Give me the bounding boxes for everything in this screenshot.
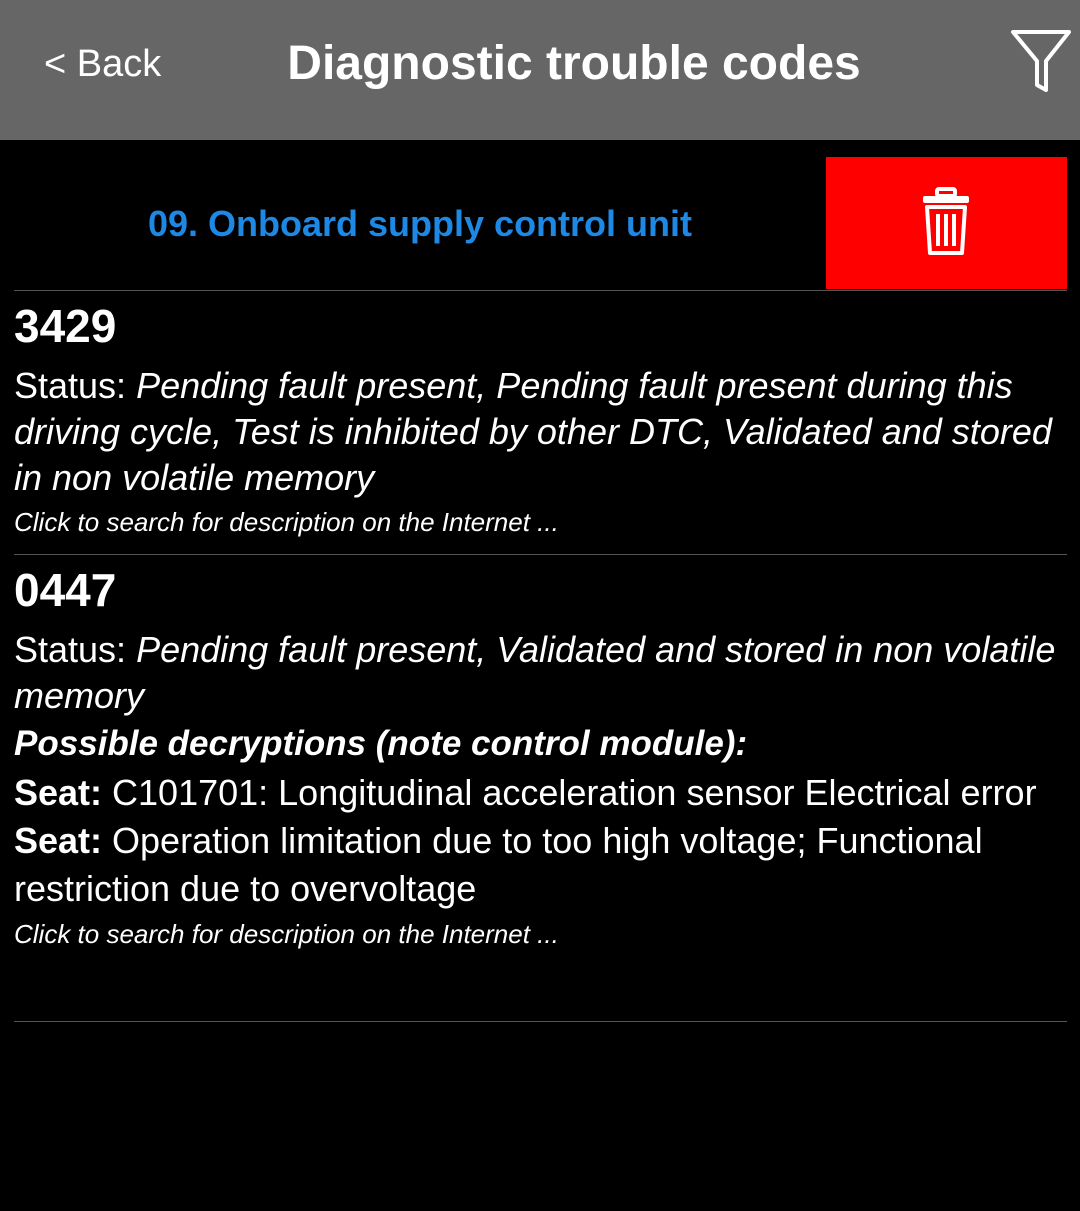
status-value: Pending fault present, Pending fault pre… [14, 365, 1052, 498]
decryptions-heading: Possible decryptions (note control modul… [14, 724, 748, 763]
trash-icon [923, 187, 969, 255]
module-name: 09. Onboard supply control unit [147, 203, 693, 244]
divider [14, 1021, 1067, 1022]
page-title: Diagnostic trouble codes [287, 37, 861, 90]
dtc-item[interactable]: 0447 Status: Pending fault present, Vali… [14, 563, 1067, 951]
decryption-entry: Seat: C101701: Longitudinal acceleration… [14, 769, 1067, 817]
dtc-code: 3429 [14, 300, 117, 352]
decryption-text: C101701: Longitudinal acceleration senso… [102, 772, 1037, 813]
divider [14, 554, 1067, 555]
delete-button[interactable] [826, 157, 1067, 289]
dtc-item[interactable]: 3429 Status: Pending fault present, Pend… [14, 299, 1067, 539]
dtc-status: Status: Pending fault present, Validated… [14, 627, 1067, 719]
search-internet-link[interactable]: Click to search for description on the I… [14, 917, 1067, 951]
decryption-label: Seat: [14, 820, 103, 861]
decryption-entry: Seat: Operation limitation due to too hi… [14, 817, 1067, 913]
status-label: Status: [14, 365, 137, 406]
divider [14, 290, 1067, 291]
dtc-code: 0447 [14, 564, 117, 616]
filter-icon [1011, 30, 1071, 92]
decryption-text: Operation limitation due to too high vol… [14, 820, 983, 909]
search-internet-link[interactable]: Click to search for description on the I… [14, 505, 1067, 539]
status-label: Status: [14, 629, 137, 670]
dtc-status: Status: Pending fault present, Pending f… [14, 363, 1067, 501]
filter-button[interactable] [1010, 28, 1080, 98]
status-value: Pending fault present, Validated and sto… [14, 629, 1056, 716]
decryption-label: Seat: [14, 772, 103, 813]
module-header: 09. Onboard supply control unit [0, 140, 1080, 291]
header-bar: < Back Diagnostic trouble codes [0, 0, 1080, 140]
